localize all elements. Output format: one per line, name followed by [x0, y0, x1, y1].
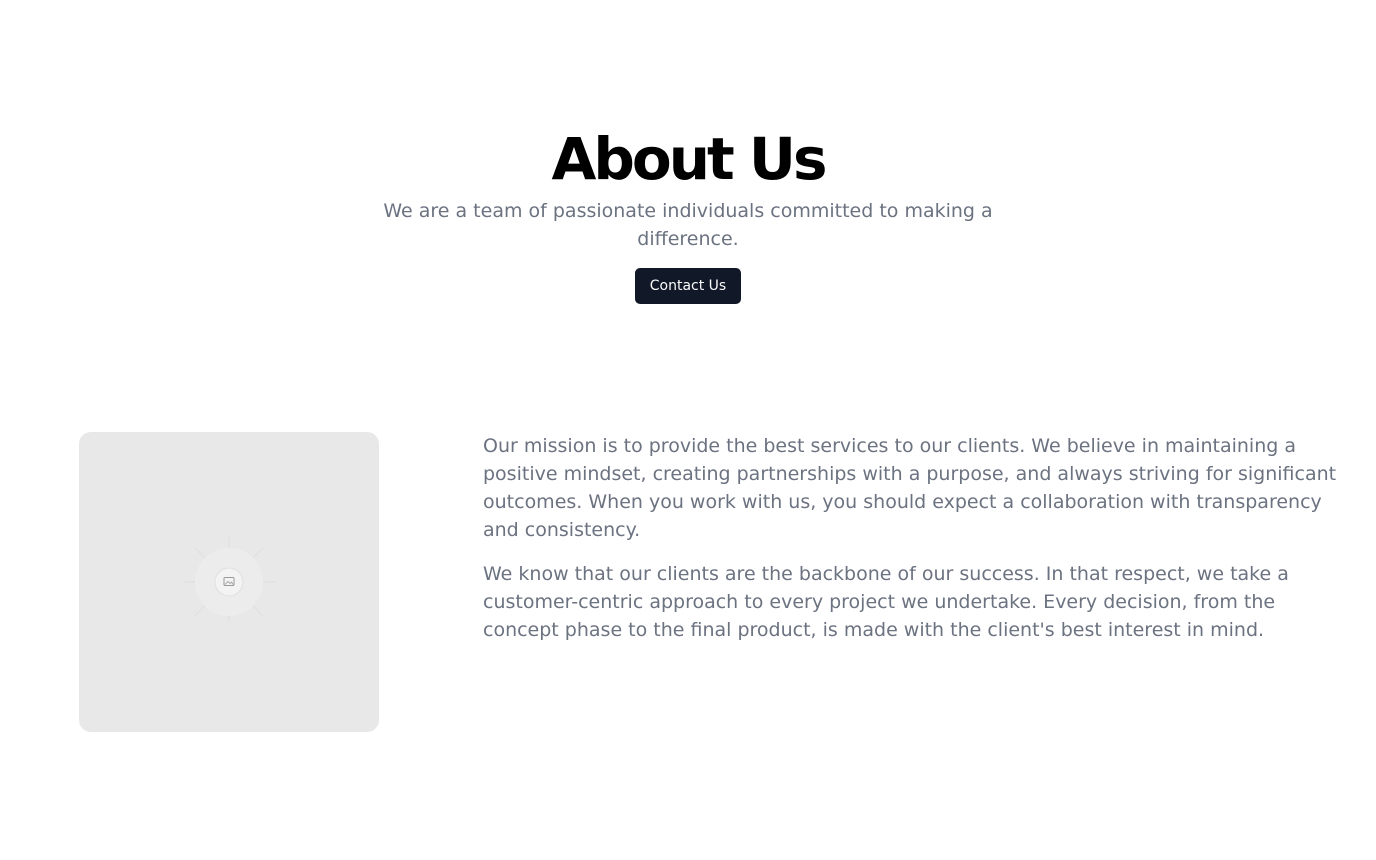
about-image-placeholder [79, 432, 379, 732]
mission-paragraph: Our mission is to provide the best servi… [483, 435, 1337, 541]
clients-paragraph: We know that our clients are the backbon… [483, 563, 1289, 641]
mission-text: Our mission is to provide the best servi… [483, 432, 1343, 660]
page-title: About Us [551, 125, 827, 193]
image-placeholder-icon [183, 536, 275, 622]
contact-us-button[interactable]: Contact Us [635, 268, 741, 304]
hero-subtitle: We are a team of passionate individuals … [383, 200, 993, 250]
